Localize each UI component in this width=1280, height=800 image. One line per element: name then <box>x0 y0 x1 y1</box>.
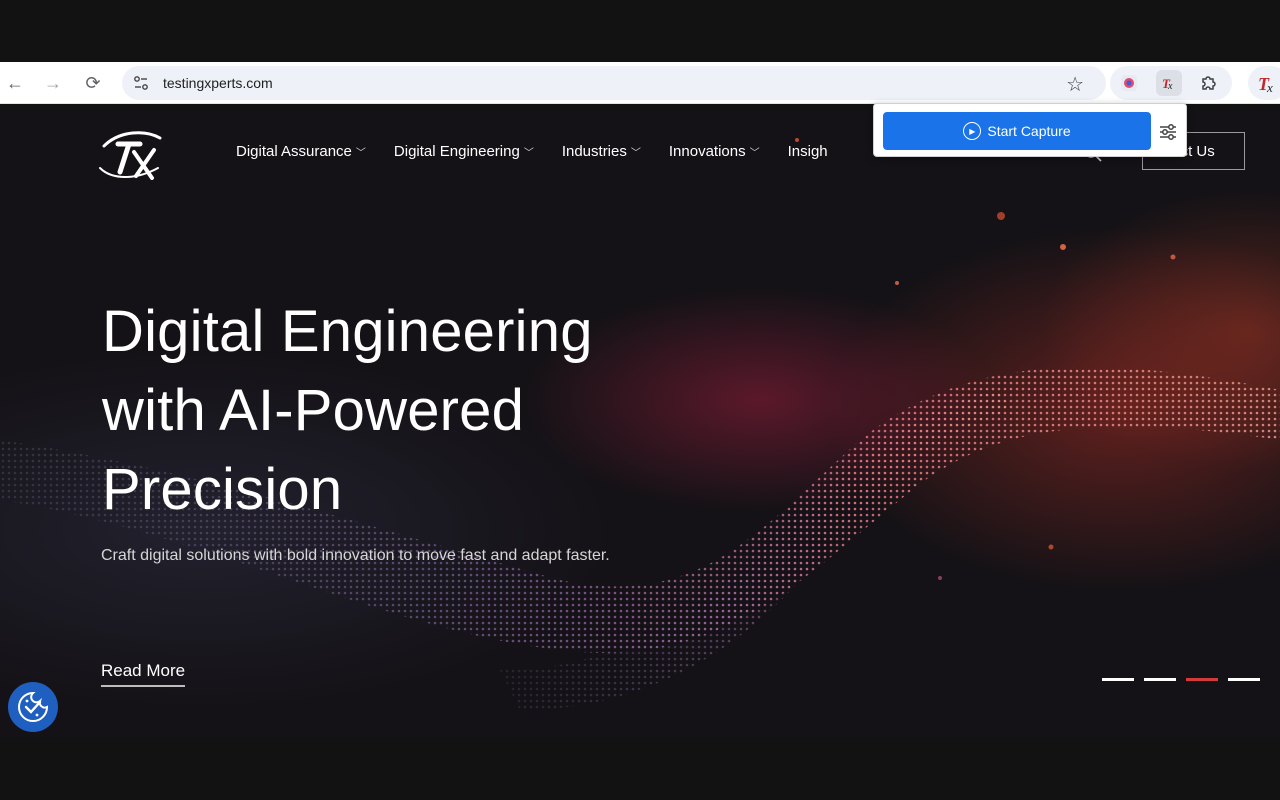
back-icon[interactable]: ← <box>2 70 28 96</box>
main-nav: Digital Assurance ﹀ Digital Engineering … <box>236 143 856 160</box>
carousel-dot[interactable] <box>1102 678 1134 681</box>
nav-insights[interactable]: Insigh <box>788 143 828 160</box>
settings-sliders-icon[interactable] <box>1157 121 1179 143</box>
hero-title: Digital Engineering with AI-Powered Prec… <box>102 292 742 529</box>
nav-label: Industries <box>561 143 627 160</box>
nav-label: Insigh <box>787 143 828 160</box>
browser-toolbar: ← → ⟳ testingxperts.com ☆ T x T x <box>0 62 1280 104</box>
address-bar[interactable]: testingxperts.com ☆ <box>122 66 1106 100</box>
testingxperts-logo[interactable] <box>96 124 166 180</box>
nav-digital-assurance[interactable]: Digital Assurance ﹀ <box>236 143 366 160</box>
chevron-down-icon: ﹀ <box>523 148 534 159</box>
nav-label: Innovations <box>668 143 746 160</box>
nav-innovations[interactable]: Innovations ﹀ <box>669 143 760 160</box>
carousel-dot[interactable] <box>1228 678 1260 681</box>
carousel-dot-active[interactable] <box>1186 678 1218 681</box>
profile-avatar[interactable]: T x <box>1248 66 1280 100</box>
chevron-down-icon: ﹀ <box>630 148 641 159</box>
nav-digital-engineering[interactable]: Digital Engineering ﹀ <box>394 143 534 160</box>
svg-text:x: x <box>1167 81 1173 92</box>
svg-text:x: x <box>1266 80 1273 95</box>
extensions-area: T x <box>1110 66 1232 100</box>
hero-title-line: Precision <box>102 457 343 522</box>
screen: ← → ⟳ testingxperts.com ☆ T x T x Digita… <box>0 0 1280 800</box>
website-hero: Digital Assurance ﹀ Digital Engineering … <box>0 110 1280 738</box>
start-capture-button[interactable]: ▶ Start Capture <box>883 112 1151 150</box>
reload-icon[interactable]: ⟳ <box>80 70 106 96</box>
read-more-link[interactable]: Read More <box>101 661 186 687</box>
hero-title-line: Digital Engineering <box>102 299 593 364</box>
puzzle-extensions-icon[interactable] <box>1196 70 1222 96</box>
site-info-icon[interactable] <box>132 74 150 92</box>
nav-industries[interactable]: Industries ﹀ <box>562 143 641 160</box>
start-capture-label: Start Capture <box>987 123 1071 139</box>
chevron-down-icon: ﹀ <box>749 148 760 159</box>
nav-label: Digital Engineering <box>393 143 520 160</box>
url-text[interactable]: testingxperts.com <box>163 75 273 91</box>
hero-subtitle: Craft digital solutions with bold innova… <box>101 547 610 564</box>
nav-label: Digital Assurance <box>236 143 352 160</box>
capture-extension-popup: ▶ Start Capture <box>873 103 1187 157</box>
chevron-down-icon: ﹀ <box>355 148 366 159</box>
bookmark-star-icon[interactable]: ☆ <box>1066 72 1084 97</box>
testingxperts-extension-icon[interactable]: T x <box>1156 70 1182 96</box>
play-icon: ▶ <box>963 122 982 140</box>
carousel-indicators <box>1102 678 1260 681</box>
carousel-dot[interactable] <box>1144 678 1176 681</box>
camera-extension-icon[interactable] <box>1116 70 1142 96</box>
hero-title-line: with AI-Powered <box>102 378 525 443</box>
cookie-check-icon <box>18 691 49 722</box>
forward-icon[interactable]: → <box>40 70 66 96</box>
cookie-consent-button[interactable] <box>8 682 58 732</box>
